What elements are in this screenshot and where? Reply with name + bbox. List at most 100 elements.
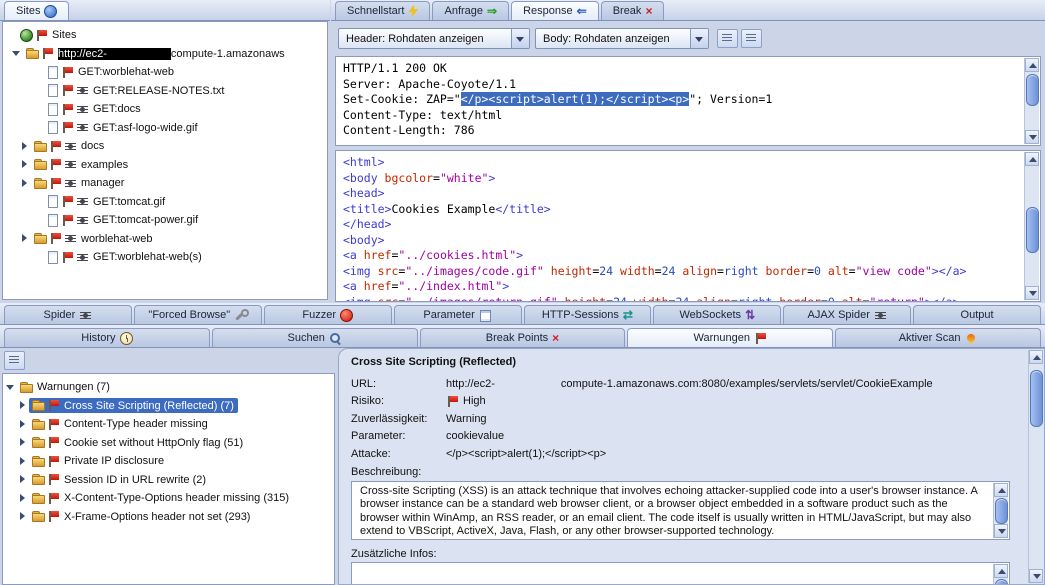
- tree-row[interactable]: examples: [3, 156, 327, 175]
- scroll-thumb[interactable]: [995, 498, 1008, 524]
- expander-icon[interactable]: [11, 48, 22, 59]
- tab-suchen[interactable]: Suchen: [212, 328, 418, 347]
- scrollbar[interactable]: [993, 483, 1008, 538]
- tab-label: "Forced Browse": [148, 309, 230, 321]
- tree-row[interactable]: GET:RELEASE-NOTES.txt: [3, 82, 327, 101]
- scroll-down-button[interactable]: [1029, 569, 1043, 583]
- flag-icon: [61, 214, 74, 227]
- scroll-thumb[interactable]: [1026, 74, 1039, 106]
- text-lines-icon: [7, 353, 20, 366]
- tree-row[interactable]: Session ID in URL rewrite (2): [3, 471, 334, 490]
- scrollbar[interactable]: [1028, 350, 1043, 583]
- tree-row[interactable]: Cookie set without HttpOnly flag (51): [3, 434, 334, 453]
- scroll-thumb[interactable]: [1026, 207, 1039, 253]
- scroll-thumb[interactable]: [995, 579, 1008, 585]
- expander-icon[interactable]: [5, 382, 16, 393]
- tree-row-label: GET:tomcat.gif: [93, 196, 165, 208]
- tab-response[interactable]: Response⇐: [511, 1, 599, 20]
- code-line: <title>Cookies Example</title>: [343, 202, 1020, 218]
- folder-icon: [32, 473, 45, 486]
- tab-http-sessions[interactable]: HTTP-Sessions⇄: [524, 305, 652, 324]
- tab-schnellstart[interactable]: Schnellstart: [335, 1, 430, 20]
- tab-label: WebSockets: [680, 309, 742, 321]
- expander-icon[interactable]: [19, 141, 30, 152]
- tree-row[interactable]: Warnungen (7): [3, 378, 334, 397]
- file-icon: [46, 195, 59, 208]
- tab-websockets[interactable]: WebSockets⇅: [653, 305, 781, 324]
- tab-aktiver-scan[interactable]: Aktiver Scan: [835, 328, 1041, 347]
- scroll-down-button[interactable]: [1025, 286, 1039, 300]
- tab-parameter[interactable]: Parameter: [394, 305, 522, 324]
- response-header-pane[interactable]: HTTP/1.1 200 OKServer: Apache-Coyote/1.1…: [335, 56, 1041, 146]
- expander-icon[interactable]: [19, 178, 30, 189]
- expander-icon[interactable]: [17, 511, 28, 522]
- expander-icon[interactable]: [17, 474, 28, 485]
- tree-row[interactable]: X-Frame-Options header not set (293): [3, 508, 334, 527]
- tab-output[interactable]: Output: [913, 305, 1041, 324]
- expander-icon[interactable]: [19, 233, 30, 244]
- chevron-down-icon[interactable]: [690, 29, 708, 48]
- scroll-up-button[interactable]: [1029, 350, 1043, 364]
- tab-break[interactable]: Break×: [601, 1, 665, 20]
- expander-icon[interactable]: [17, 456, 28, 467]
- body-view-combo[interactable]: Body: Rohdaten anzeigen: [535, 28, 709, 49]
- tree-row[interactable]: Content-Type header missing: [3, 415, 334, 434]
- tab-fuzzer[interactable]: Fuzzer: [264, 305, 392, 324]
- tree-row[interactable]: docs: [3, 137, 327, 156]
- header-view-combo[interactable]: Header: Rohdaten anzeigen: [338, 28, 530, 49]
- view-toggle-button-2[interactable]: [741, 29, 762, 48]
- tree-row[interactable]: Sites: [3, 26, 327, 45]
- scroll-up-button[interactable]: [994, 564, 1008, 578]
- tab-label: Suchen: [288, 332, 325, 344]
- tree-row[interactable]: GET:worblehat-web: [3, 63, 327, 82]
- tree-row[interactable]: X-Content-Type-Options header missing (3…: [3, 489, 334, 508]
- expander-icon[interactable]: [17, 419, 28, 430]
- scroll-up-button[interactable]: [1025, 58, 1039, 72]
- fuzzer-dot-icon: [340, 309, 353, 322]
- chevron-down-icon[interactable]: [511, 29, 529, 48]
- tab-break-points[interactable]: Break Points×: [420, 328, 626, 347]
- scrollbar[interactable]: [1024, 152, 1039, 300]
- scroll-up-button[interactable]: [994, 483, 1008, 497]
- tree-row[interactable]: GET:tomcat-power.gif: [3, 211, 327, 230]
- scrollbar[interactable]: [1024, 58, 1039, 144]
- alerts-filter-button[interactable]: [4, 351, 25, 370]
- tree-row[interactable]: GET:tomcat.gif: [3, 193, 327, 212]
- scrollbar[interactable]: [993, 564, 1008, 585]
- tree-row[interactable]: GET:asf-logo-wide.gif: [3, 119, 327, 138]
- tab-label: Response: [523, 5, 573, 17]
- tree-row[interactable]: Cross Site Scripting (Reflected) (7): [3, 397, 334, 416]
- tab-anfrage[interactable]: Anfrage⇒: [432, 1, 509, 20]
- tree-row[interactable]: GET:worblehat-web(s): [3, 248, 327, 267]
- expander-icon[interactable]: [17, 493, 28, 504]
- expander-icon[interactable]: [19, 159, 30, 170]
- tab-warnungen[interactable]: Warnungen: [627, 328, 833, 347]
- expander-icon[interactable]: [17, 437, 28, 448]
- combo-value: Body: Rohdaten anzeigen: [543, 33, 690, 45]
- scroll-down-button[interactable]: [1025, 130, 1039, 144]
- flag-icon: [47, 492, 60, 505]
- zap-window: Sites Siteshttp://ec2-compute-1.amazonaw…: [0, 0, 1045, 585]
- tab-forced-browse[interactable]: "Forced Browse": [134, 305, 262, 324]
- tab-ajax-spider[interactable]: AJAX Spider: [783, 305, 911, 324]
- tree-row[interactable]: http://ec2-compute-1.amazonaws: [3, 45, 327, 64]
- description-label: Beschreibung:: [351, 466, 421, 478]
- code-line: HTTP/1.1 200 OK: [343, 61, 1020, 77]
- scroll-thumb[interactable]: [1030, 370, 1043, 427]
- tab-label: HTTP-Sessions: [542, 309, 619, 321]
- other-info-box[interactable]: [351, 562, 1010, 585]
- description-box[interactable]: Cross-site Scripting (XSS) is an attack …: [351, 481, 1010, 540]
- scroll-up-button[interactable]: [1025, 152, 1039, 166]
- tab-sites[interactable]: Sites: [4, 1, 69, 20]
- tree-row[interactable]: worblehat-web: [3, 230, 327, 249]
- tab-spider[interactable]: Spider: [4, 305, 132, 324]
- expander-icon[interactable]: [17, 400, 28, 411]
- response-body-pane[interactable]: <html><body bgcolor="white"><head><title…: [335, 150, 1041, 302]
- tree-row[interactable]: Private IP disclosure: [3, 452, 334, 471]
- flag-icon: [41, 47, 54, 60]
- view-toggle-button-1[interactable]: [717, 29, 738, 48]
- tree-row[interactable]: manager: [3, 174, 327, 193]
- tab-history[interactable]: History: [4, 328, 210, 347]
- tree-row[interactable]: GET:docs: [3, 100, 327, 119]
- scroll-down-button[interactable]: [994, 524, 1008, 538]
